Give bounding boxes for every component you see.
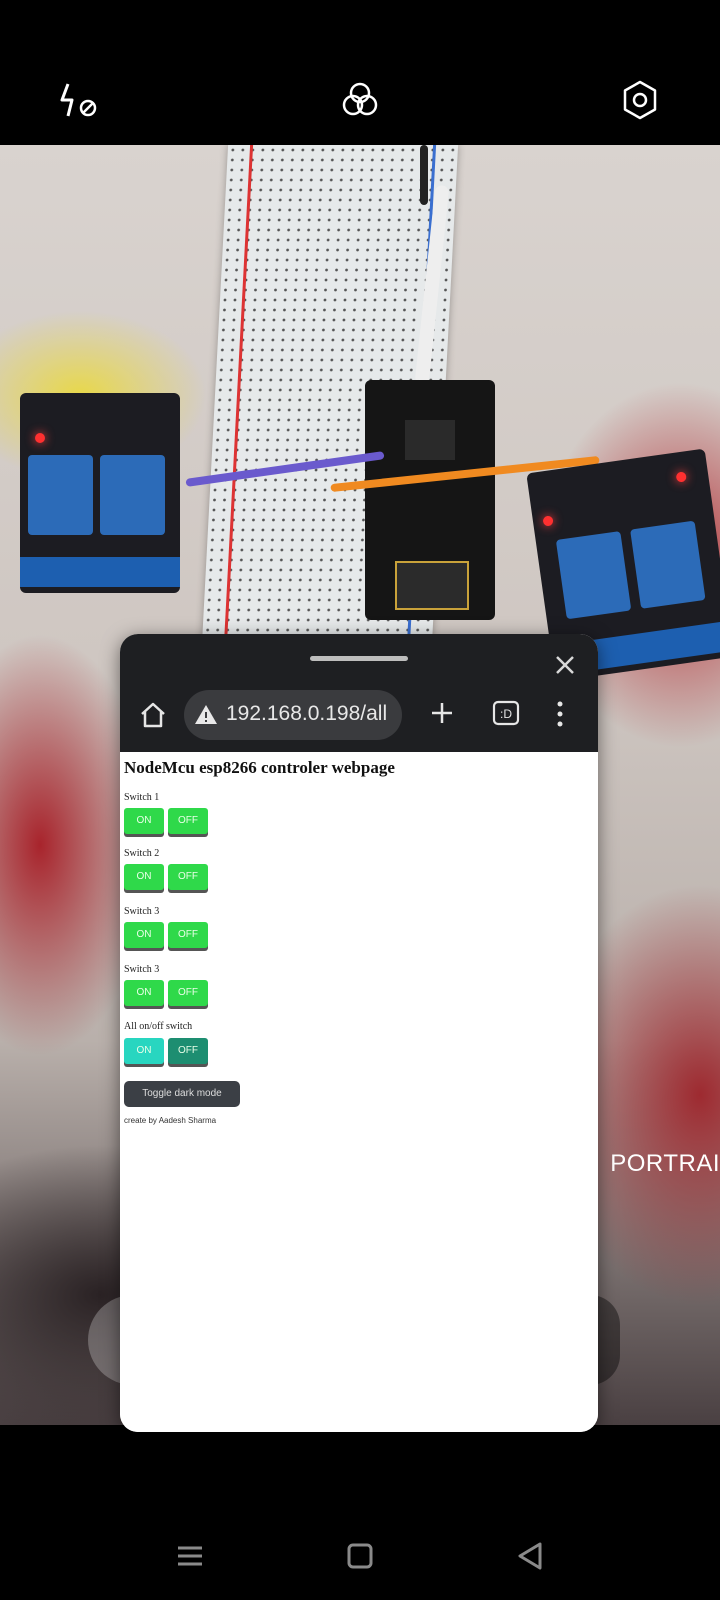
url-text[interactable]: 192.168.0.198/all	[226, 702, 387, 726]
switch-1-off-button[interactable]: OFF	[168, 808, 208, 834]
switch-4-off-button[interactable]: OFF	[168, 980, 208, 1006]
close-icon[interactable]	[550, 650, 580, 680]
flash-off-icon[interactable]	[58, 78, 102, 122]
home-nav-icon[interactable]	[340, 1536, 380, 1576]
back-icon[interactable]	[510, 1536, 550, 1576]
all-off-button[interactable]: OFF	[168, 1038, 208, 1064]
all-switch-label: All on/off switch	[124, 1021, 193, 1032]
page-title: NodeMcu esp8266 controler webpage	[124, 758, 395, 777]
svg-text::D: :D	[500, 707, 512, 721]
switch-4-on-button[interactable]: ON	[124, 980, 164, 1006]
drag-handle[interactable]	[310, 656, 408, 661]
home-icon[interactable]	[138, 700, 168, 730]
warning-icon[interactable]	[194, 703, 218, 727]
settings-icon[interactable]	[618, 78, 662, 122]
usb-wire	[420, 145, 428, 205]
more-options-icon[interactable]	[555, 698, 565, 730]
camera-top-bar	[0, 0, 720, 145]
switch-3-off-button[interactable]: OFF	[168, 922, 208, 948]
floating-browser-window[interactable]: 192.168.0.198/all :D NodeMcu esp8266 con…	[120, 634, 598, 1432]
switch-2-off-button[interactable]: OFF	[168, 864, 208, 890]
toggle-dark-mode-button[interactable]: Toggle dark mode	[124, 1081, 240, 1107]
switch-1-on-button[interactable]: ON	[124, 808, 164, 834]
address-bar[interactable]: 192.168.0.198/all	[184, 690, 402, 740]
new-tab-icon[interactable]	[425, 696, 459, 730]
all-on-button[interactable]: ON	[124, 1038, 164, 1064]
switch-4-label: Switch 3	[124, 964, 160, 975]
menu-icon[interactable]	[170, 1536, 210, 1576]
web-page-content: NodeMcu esp8266 controler webpage Switch…	[120, 752, 598, 1432]
relay-module-left	[20, 393, 180, 593]
portrait-mode-label[interactable]: PORTRAI	[610, 1150, 720, 1178]
switch-2-on-button[interactable]: ON	[124, 864, 164, 890]
switch-3-label: Switch 3	[124, 906, 160, 917]
switch-1-label: Switch 1	[124, 792, 160, 803]
filters-icon[interactable]	[338, 78, 382, 122]
switch-3-on-button[interactable]: ON	[124, 922, 164, 948]
switch-2-label: Switch 2	[124, 848, 160, 859]
tab-switcher-icon[interactable]: :D	[492, 700, 520, 726]
browser-toolbar: 192.168.0.198/all :D	[120, 634, 598, 752]
credit-text: create by Aadesh Sharma	[124, 1116, 217, 1125]
nodemcu-board-image	[365, 380, 495, 620]
